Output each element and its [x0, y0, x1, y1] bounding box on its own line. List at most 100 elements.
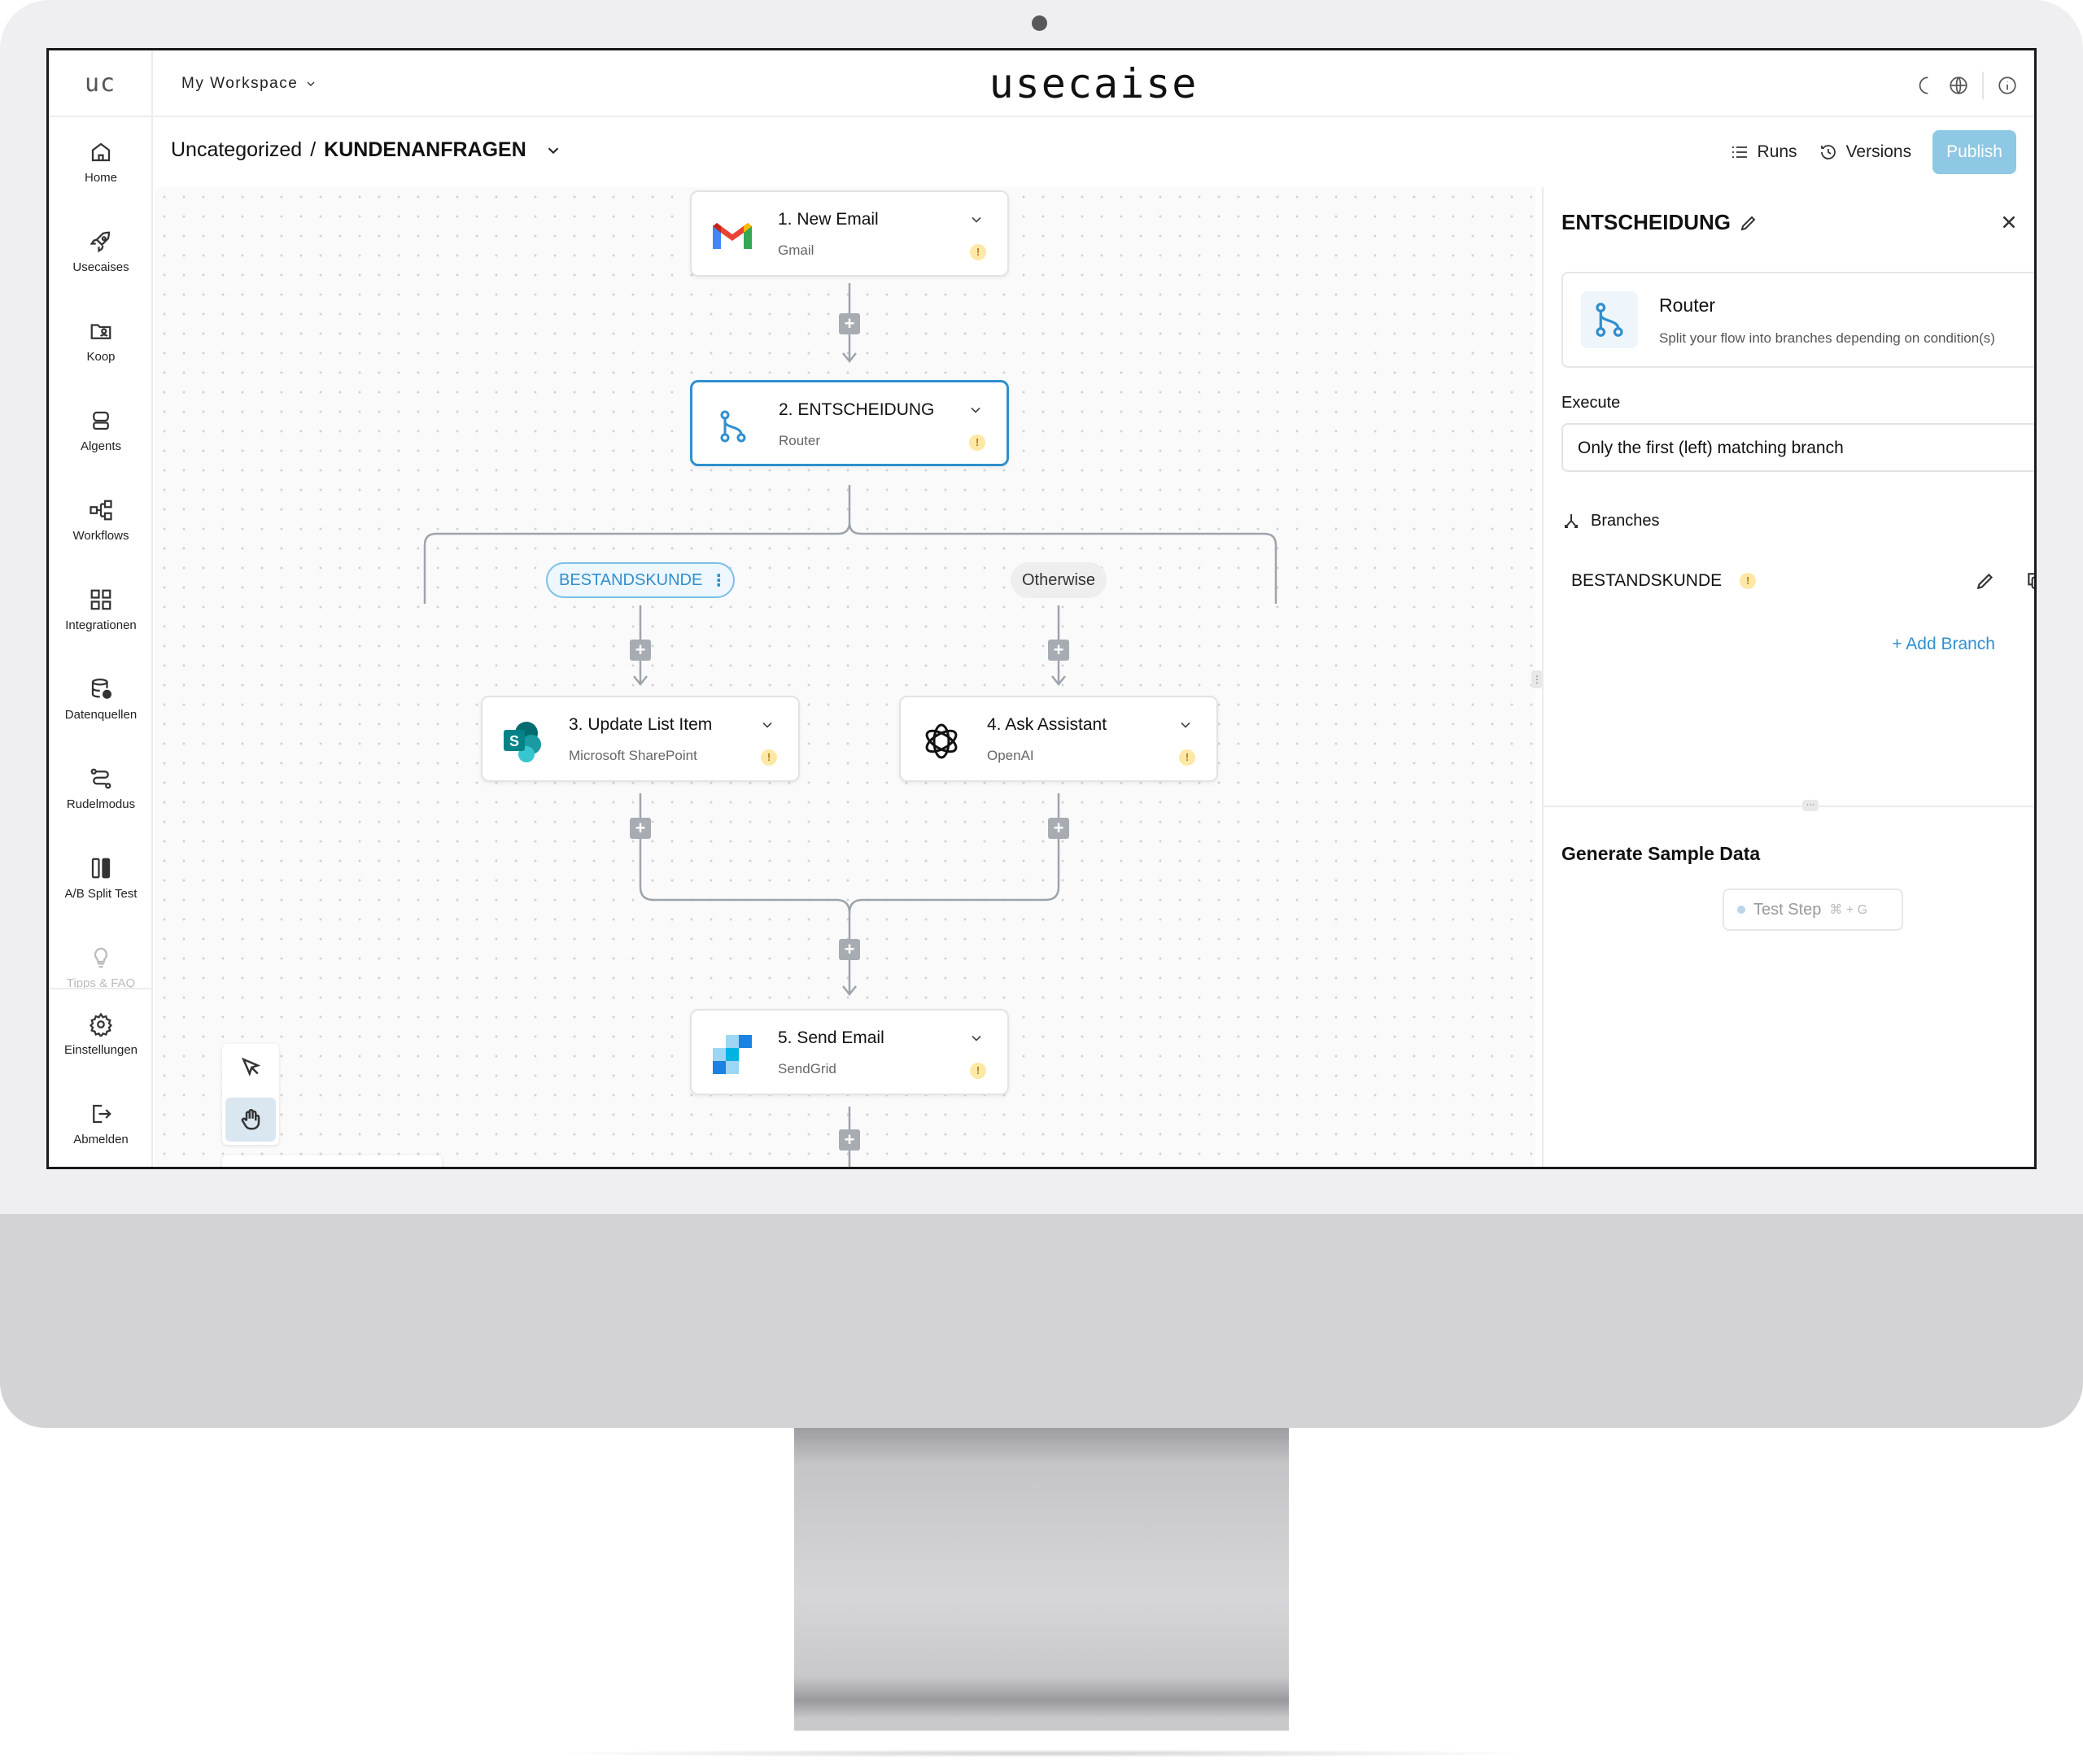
workflow-icon — [90, 500, 112, 521]
sendgrid-icon — [713, 1035, 752, 1074]
workspace-selector[interactable]: My Workspace — [181, 75, 317, 93]
router-title: Router — [1659, 295, 1716, 316]
sidebar-item-tipps-faq[interactable]: Tipps & FAQ — [49, 945, 153, 990]
flow-node-update-list-item[interactable]: S 3. Update List Item Microsoft SharePoi… — [481, 696, 800, 782]
hand-tool-button[interactable] — [225, 1098, 276, 1142]
top-divider — [1982, 72, 1984, 99]
execute-label: Execute — [1561, 394, 1621, 412]
globe-icon[interactable] — [1948, 75, 1969, 96]
sample-data-title: Generate Sample Data — [1561, 843, 1761, 864]
branch-label-otherwise[interactable]: Otherwise — [1011, 562, 1107, 598]
router-description: Split your flow into branches depending … — [1659, 330, 1995, 346]
info-icon[interactable] — [1997, 75, 2018, 96]
branch-row[interactable]: BESTANDSKUNDE ! — [1571, 565, 2037, 597]
duplicate-icon[interactable] — [2025, 570, 2037, 592]
publish-button[interactable]: Publish — [1932, 130, 2016, 174]
history-icon — [1820, 145, 1836, 159]
bot-icon — [93, 411, 109, 430]
warning-icon: ! — [970, 1063, 986, 1079]
monitor-chin — [0, 1214, 2083, 1428]
execute-select[interactable]: Only the first (left) matching branch — [1561, 423, 2034, 472]
test-step-button[interactable]: Test Step ⌘ + G — [1723, 889, 1903, 931]
add-branch-button[interactable]: + Add Branch — [1892, 635, 1995, 654]
sidebar-item-datenquellen[interactable]: Datenquellen — [49, 677, 153, 722]
flow-node-send-email[interactable]: 5. Send Email SendGrid ! — [690, 1009, 1009, 1095]
breadcrumb-parent[interactable]: Uncategorized — [171, 138, 302, 162]
router-icon — [1581, 291, 1638, 348]
monitor-frame: uc Home Usecaises Koop Algents Workflows — [0, 0, 2083, 1428]
chevron-down-icon[interactable] — [967, 402, 984, 418]
flow-node-new-email[interactable]: 1. New Email Gmail ! — [690, 190, 1009, 277]
pencil-icon[interactable] — [1739, 213, 1758, 233]
add-step-button[interactable]: + — [1048, 640, 1069, 661]
sidebar-item-home[interactable]: Home — [49, 140, 153, 185]
top-bar: My Workspace usecaise — [153, 50, 2034, 117]
moon-icon[interactable] — [1914, 75, 1935, 96]
flow-node-entscheidung[interactable]: 2. ENTSCHEIDUNG Router ! — [690, 380, 1009, 466]
chevron-down-icon[interactable] — [968, 212, 985, 228]
warning-icon: ! — [761, 749, 777, 766]
close-icon[interactable] — [1998, 212, 2020, 233]
warning-icon: ! — [970, 244, 986, 260]
grid-icon — [90, 589, 111, 610]
flow-node-ask-assistant[interactable]: 4. Ask Assistant OpenAI ! — [899, 696, 1218, 782]
panel-title: ENTSCHEIDUNG — [1561, 210, 1758, 235]
logout-icon — [93, 1104, 111, 1124]
panel-vertical-resize-handle[interactable]: ⋯ — [1802, 800, 1819, 811]
add-step-button[interactable]: + — [630, 818, 651, 839]
gmail-icon — [713, 223, 752, 249]
branch-name: BESTANDSKUNDE — [1571, 571, 1723, 590]
breadcrumb-separator: / — [310, 138, 317, 161]
sidebar-item-integrationen[interactable]: Integrationen — [49, 587, 153, 632]
breadcrumb-current[interactable]: KUNDENANFRAGEN — [324, 138, 526, 162]
warning-icon: ! — [969, 434, 985, 451]
status-dot — [1737, 906, 1745, 914]
sidebar-item-algents[interactable]: Algents — [49, 408, 153, 453]
hand-icon — [241, 1108, 260, 1130]
sidebar-item-workflows[interactable]: Workflows — [49, 498, 153, 543]
sidebar-item-usecaises[interactable]: Usecaises — [49, 229, 153, 274]
branches-header: Branches — [1561, 511, 1660, 531]
chevron-down-icon[interactable] — [968, 1030, 985, 1046]
chevron-down-icon[interactable] — [544, 142, 562, 159]
app-logo[interactable]: uc — [49, 50, 151, 117]
more-vertical-icon[interactable]: ⋮ — [710, 570, 727, 591]
sidebar-item-abmelden[interactable]: Abmelden — [49, 1102, 153, 1146]
panel-divider — [1544, 806, 2034, 807]
flow-actions: Runs Versions Publish — [1730, 130, 2016, 174]
router-info-card: Router Split your flow into branches dep… — [1561, 272, 2034, 368]
warning-icon: ! — [1179, 749, 1195, 766]
sidebar-divider — [49, 988, 153, 989]
branch-icon — [1565, 514, 1578, 528]
add-step-button[interactable]: + — [839, 313, 860, 334]
canvas-mode-tools — [222, 1044, 279, 1145]
database-icon — [91, 679, 111, 699]
sidebar-item-rudelmodus[interactable]: Rudelmodus — [49, 766, 153, 811]
sidebar-item-ab-split-test[interactable]: A/B Split Test — [49, 856, 153, 901]
app-window: uc Home Usecaises Koop Algents Workflows — [46, 48, 2037, 1169]
pencil-icon[interactable] — [1975, 570, 1996, 592]
warning-icon: ! — [1740, 573, 1757, 589]
chevron-down-icon[interactable] — [759, 717, 775, 733]
branch-label-bestandskunde[interactable]: BESTANDSKUNDE ⋮ — [546, 562, 735, 598]
folder-user-icon — [90, 324, 111, 339]
step-settings-panel: ENTSCHEIDUNG Router Split your flow into… — [1542, 187, 2034, 1167]
list-icon — [1731, 146, 1747, 158]
pointer-icon[interactable] — [238, 1055, 263, 1080]
gear-icon — [89, 1012, 113, 1037]
versions-button[interactable]: Versions — [1819, 142, 1911, 162]
add-step-button[interactable]: + — [1048, 818, 1069, 839]
runs-button[interactable]: Runs — [1730, 142, 1797, 162]
add-step-button[interactable]: + — [839, 1129, 860, 1151]
panel-resize-handle[interactable]: ⋮ — [1531, 670, 1543, 688]
router-icon — [720, 410, 746, 443]
sidebar-item-einstellungen[interactable]: Einstellungen — [49, 1012, 153, 1057]
camera — [1032, 15, 1047, 31]
split-icon — [91, 858, 111, 879]
stand-shadow — [537, 1749, 1546, 1757]
sidebar-item-koop[interactable]: Koop — [49, 319, 153, 364]
chevron-down-icon[interactable] — [1177, 717, 1194, 733]
keyboard-shortcut: ⌘ + G — [1829, 903, 1868, 917]
add-step-button[interactable]: + — [630, 640, 651, 661]
add-step-button[interactable]: + — [839, 939, 860, 960]
